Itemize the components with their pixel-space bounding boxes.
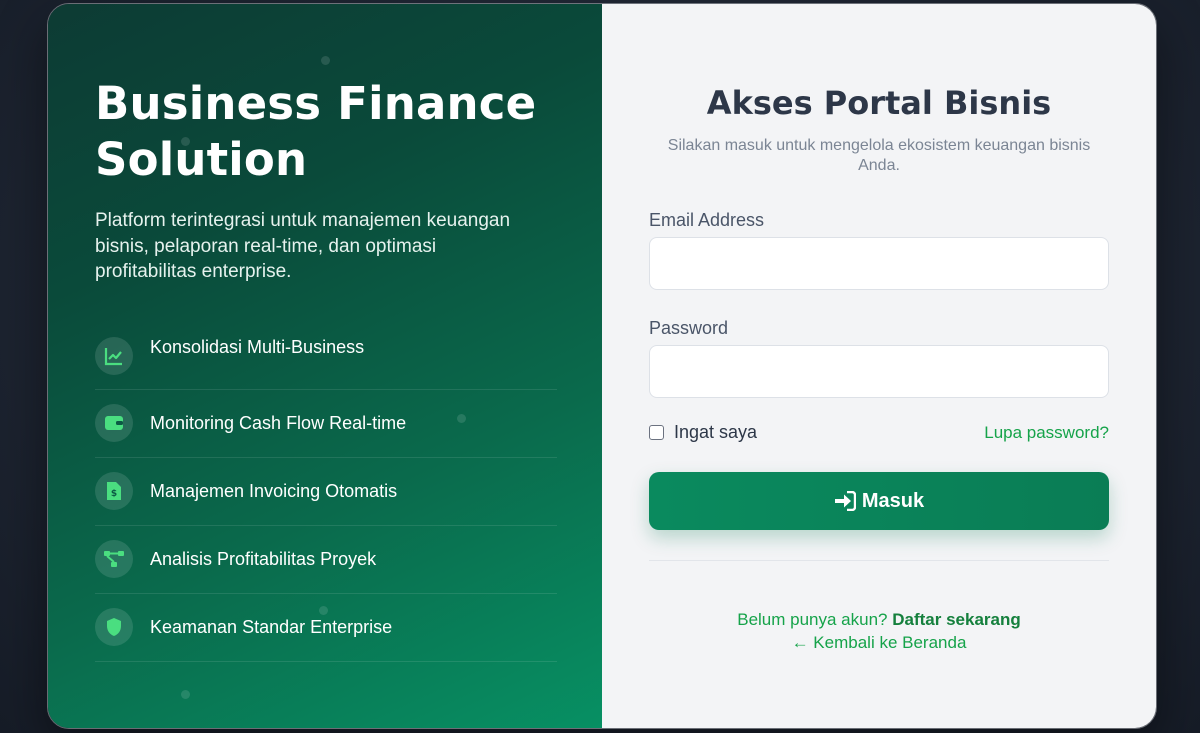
project-diagram-icon xyxy=(95,540,133,578)
feature-item: Keamanan Standar Enterprise xyxy=(95,594,557,662)
login-panel: Akses Portal Bisnis Silakan masuk untuk … xyxy=(602,4,1156,728)
remember-checkbox[interactable] xyxy=(649,425,664,440)
forgot-password-link[interactable]: Lupa password? xyxy=(984,423,1109,443)
feature-item: Konsolidasi Multi-Business xyxy=(95,330,557,390)
decor-dot xyxy=(321,56,330,65)
feature-label: Analisis Profitabilitas Proyek xyxy=(150,548,377,569)
options-row: Ingat saya Lupa password? xyxy=(649,422,1109,443)
decor-dot xyxy=(181,690,190,699)
back-home-link[interactable]: ← Kembali ke Beranda xyxy=(792,633,967,652)
invoice-icon: $ xyxy=(95,472,133,510)
feature-label: Keamanan Standar Enterprise xyxy=(150,616,393,637)
decor-dot xyxy=(319,606,328,615)
feature-item: Monitoring Cash Flow Real-time xyxy=(95,390,557,458)
feature-item: $ Manajemen Invoicing Otomatis xyxy=(95,458,557,526)
feature-label: Monitoring Cash Flow Real-time xyxy=(150,412,407,433)
register-prompt: Belum punya akun? xyxy=(737,610,888,629)
feature-item: Analisis Profitabilitas Proyek xyxy=(95,526,557,594)
feature-label: Konsolidasi Multi-Business xyxy=(150,336,365,357)
login-title: Akses Portal Bisnis xyxy=(706,84,1052,122)
shield-icon xyxy=(95,608,133,646)
svg-text:$: $ xyxy=(111,489,117,499)
remember-me[interactable]: Ingat saya xyxy=(649,422,757,443)
email-label: Email Address xyxy=(649,210,765,230)
email-field[interactable] xyxy=(649,237,1109,290)
hero-panel: Business Finance Solution Platform terin… xyxy=(48,4,602,728)
wallet-icon xyxy=(95,404,133,442)
login-form: Email Address Password Ingat saya Lupa p… xyxy=(649,210,1109,561)
register-link[interactable]: Daftar sekarang xyxy=(892,610,1021,629)
sign-in-icon xyxy=(834,491,856,511)
feature-label: Manajemen Invoicing Otomatis xyxy=(150,480,398,501)
login-button-label: Masuk xyxy=(861,489,925,512)
footer-links: Belum punya akun? Daftar sekarang ← Kemb… xyxy=(649,608,1109,654)
login-button[interactable]: Masuk xyxy=(649,472,1109,530)
password-label: Password xyxy=(649,318,729,338)
decor-dot xyxy=(457,414,466,423)
password-field[interactable] xyxy=(649,345,1109,398)
divider xyxy=(649,560,1109,561)
decor-dot xyxy=(181,137,190,146)
hero-title: Business Finance Solution xyxy=(95,77,537,186)
chart-line-icon xyxy=(95,336,133,375)
remember-label: Ingat saya xyxy=(674,422,758,442)
login-subtitle: Silakan masuk untuk mengelola ekosistem … xyxy=(667,137,1091,174)
login-card: Business Finance Solution Platform terin… xyxy=(47,3,1157,729)
hero-description: Platform terintegrasi untuk manajemen ke… xyxy=(95,210,511,282)
